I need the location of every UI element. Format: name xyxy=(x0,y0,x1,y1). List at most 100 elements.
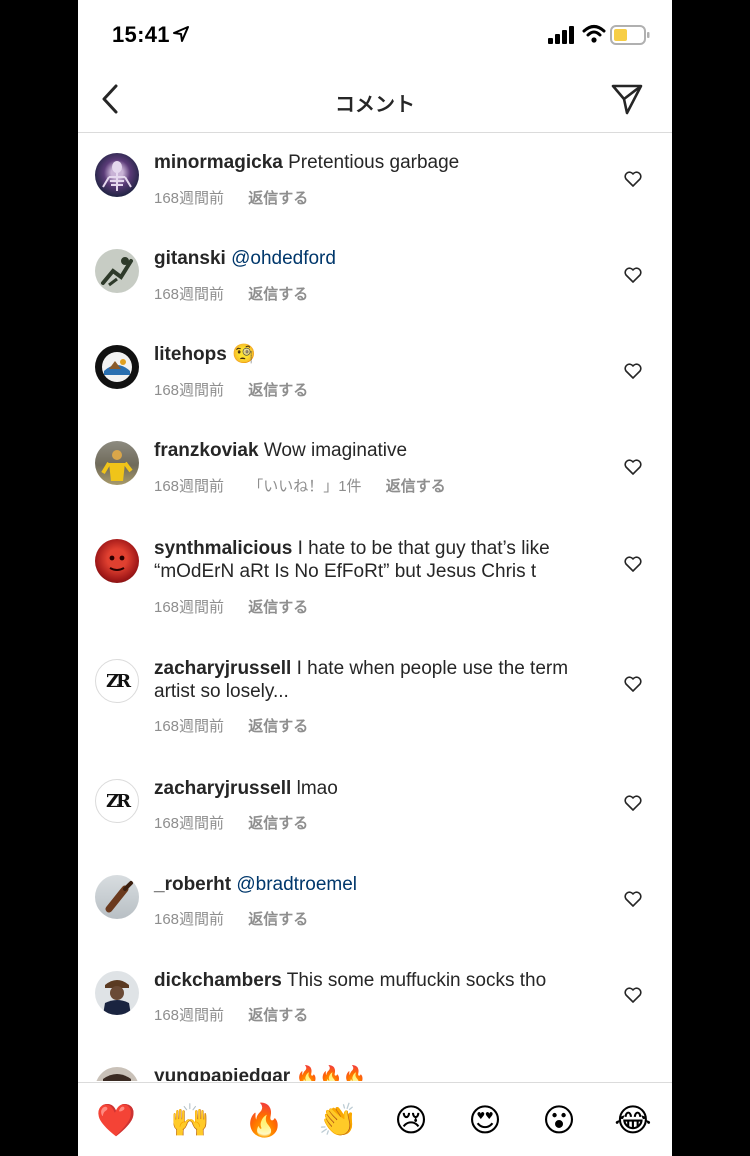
person-in-yellow-avatar-image xyxy=(101,450,133,481)
comment-username[interactable]: _roberht xyxy=(154,874,231,895)
comment-text: dickchambers This some muffuckin socks t… xyxy=(154,969,594,992)
status-bar: 15:41 xyxy=(78,0,672,70)
phone-screen: 15:41 コメント minormagicka Pretentious garb… xyxy=(78,0,672,1156)
send-direct-icon[interactable] xyxy=(610,82,644,116)
heart-icon[interactable] xyxy=(624,171,642,187)
avatar[interactable] xyxy=(95,539,139,583)
heart-eyes-emoji-button[interactable]: 😍 xyxy=(466,1101,504,1139)
heart-icon[interactable] xyxy=(624,556,642,572)
comment-mention[interactable]: @ohdedford xyxy=(231,248,336,269)
comment-meta: 168週間前 返信する xyxy=(154,812,328,833)
comment-username[interactable]: zacharyjrussell xyxy=(154,658,291,679)
comment-age: 168週間前 xyxy=(154,718,225,735)
comment-like-count[interactable]: 「いいね！」1件 xyxy=(248,478,361,495)
comment-meta: 168週間前 返信する xyxy=(154,596,328,617)
comment-age: 168週間前 xyxy=(154,599,225,616)
crying-face-emoji-button[interactable]: 😢 xyxy=(392,1101,430,1139)
comment-text: yungpapiedgar 🔥🔥🔥 xyxy=(154,1065,594,1081)
avatar[interactable] xyxy=(95,971,139,1015)
reply-button[interactable]: 返信する xyxy=(248,911,308,928)
comment-body: 🔥🔥🔥 xyxy=(295,1066,367,1081)
heart-icon[interactable] xyxy=(624,267,642,283)
heart-icon[interactable] xyxy=(624,363,642,379)
red-heart-emoji-button[interactable]: ❤️ xyxy=(96,1101,136,1139)
heart-icon[interactable] xyxy=(624,795,642,811)
avatar[interactable]: ZR xyxy=(95,779,139,823)
fire-emoji-button[interactable]: 🔥 xyxy=(244,1101,284,1139)
comment-username[interactable]: synthmalicious xyxy=(154,538,292,559)
comment-age: 168週間前 xyxy=(154,286,225,303)
tears-of-joy-emoji-button[interactable]: 😂 xyxy=(614,1101,652,1139)
red-face-avatar-image xyxy=(109,555,125,571)
comment-age: 168週間前 xyxy=(154,815,225,832)
comment-username[interactable]: litehops xyxy=(154,344,227,365)
comment-text: _roberht @bradtroemel xyxy=(154,873,594,896)
reply-button[interactable]: 返信する xyxy=(248,815,308,832)
comment-text: franzkoviak Wow imaginative xyxy=(154,439,594,462)
heart-icon[interactable] xyxy=(624,987,642,1003)
avatar-monogram: ZR xyxy=(105,670,131,692)
comment-meta: 168週間前 返信する xyxy=(154,283,328,304)
comment-age: 168週間前 xyxy=(154,911,225,928)
comment-age: 168週間前 xyxy=(154,190,225,207)
comment-age: 168週間前 xyxy=(154,382,225,399)
heart-icon[interactable] xyxy=(624,459,642,475)
reply-button[interactable]: 返信する xyxy=(248,286,308,303)
avatar[interactable] xyxy=(95,345,139,389)
comment-age: 168週間前 xyxy=(154,478,225,495)
comment-meta: 168週間前 返信する xyxy=(154,715,328,736)
clapping-hands-emoji-button[interactable]: 👏 xyxy=(318,1101,358,1139)
status-time: 15:41 xyxy=(112,22,170,47)
battery-icon xyxy=(610,25,650,45)
avatar[interactable] xyxy=(95,1067,139,1081)
comment-username[interactable]: minormagicka xyxy=(154,152,283,173)
bottle-avatar-image xyxy=(105,881,133,913)
person-with-cap-avatar-image xyxy=(103,980,131,1015)
cellular-signal-icon xyxy=(548,26,574,44)
person-avatar-image xyxy=(103,1074,131,1081)
avatar[interactable] xyxy=(95,153,139,197)
reply-button[interactable]: 返信する xyxy=(248,599,308,616)
comment-body: This some muffuckin socks tho xyxy=(286,970,547,991)
badge-logo-avatar-image xyxy=(97,347,137,387)
comment-text: zacharyjrussell lmao xyxy=(154,777,594,800)
location-arrow-icon xyxy=(173,26,189,42)
reply-button[interactable]: 返信する xyxy=(248,190,308,207)
comment-body: Wow imaginative xyxy=(263,440,408,461)
comment-age: 168週間前 xyxy=(154,1007,225,1024)
comment-meta: 168週間前 返信する xyxy=(154,908,328,929)
comment-meta: 168週間前 返信する xyxy=(154,187,328,208)
wifi-icon xyxy=(582,25,606,43)
reply-button[interactable]: 返信する xyxy=(248,382,308,399)
comment-username[interactable]: yungpapiedgar xyxy=(154,1066,290,1081)
comment-username[interactable]: dickchambers xyxy=(154,970,282,991)
comment-username[interactable]: zacharyjrussell xyxy=(154,778,291,799)
comment-text: litehops 🧐 xyxy=(154,343,594,366)
emoji-reaction-bar: ❤️ 🙌 🔥 👏 😢 😍 😮 😂 xyxy=(78,1082,672,1156)
comment-list[interactable]: minormagicka Pretentious garbage 168週間前 … xyxy=(78,133,672,1081)
comment-meta: 168週間前 返信する xyxy=(154,379,328,400)
raising-hands-emoji-button[interactable]: 🙌 xyxy=(170,1101,210,1139)
comment-text: zacharyjrussell I hate when people use t… xyxy=(154,657,594,703)
skeleton-avatar-image xyxy=(102,161,132,191)
comment-text: synthmalicious I hate to be that guy tha… xyxy=(154,537,594,583)
comment-username[interactable]: gitanski xyxy=(154,248,226,269)
comment-body: 🧐 xyxy=(232,344,256,365)
avatar[interactable] xyxy=(95,249,139,293)
avatar[interactable] xyxy=(95,441,139,485)
comment-username[interactable]: franzkoviak xyxy=(154,440,259,461)
heart-icon[interactable] xyxy=(624,676,642,692)
reply-button[interactable]: 返信する xyxy=(248,718,308,735)
heart-icon[interactable] xyxy=(624,891,642,907)
comment-mention[interactable]: @bradtroemel xyxy=(236,874,357,895)
comment-body: lmao xyxy=(296,778,338,799)
surprised-face-emoji-button[interactable]: 😮 xyxy=(540,1101,578,1139)
comment-meta: 168週間前 返信する xyxy=(154,1004,328,1025)
comment-body: Pretentious garbage xyxy=(288,152,460,173)
comments-header: コメント xyxy=(78,70,672,133)
avatar[interactable] xyxy=(95,875,139,919)
reply-button[interactable]: 返信する xyxy=(386,478,446,495)
avatar[interactable]: ZR xyxy=(95,659,139,703)
figure-avatar-image xyxy=(101,257,133,287)
reply-button[interactable]: 返信する xyxy=(248,1007,308,1024)
